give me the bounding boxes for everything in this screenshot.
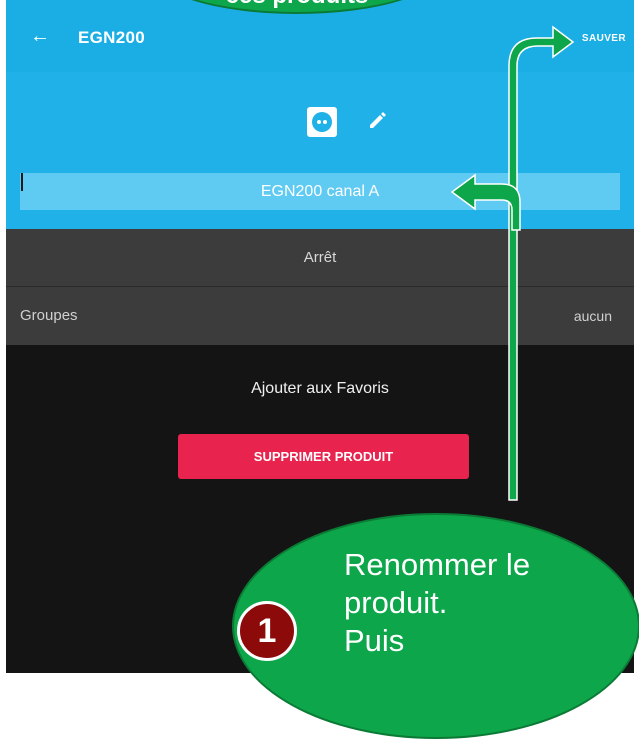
arrow-to-save xyxy=(508,25,575,501)
step-number-badge: 1 xyxy=(237,601,297,661)
callout-text: Renommer le produit. Puis xyxy=(344,547,531,658)
